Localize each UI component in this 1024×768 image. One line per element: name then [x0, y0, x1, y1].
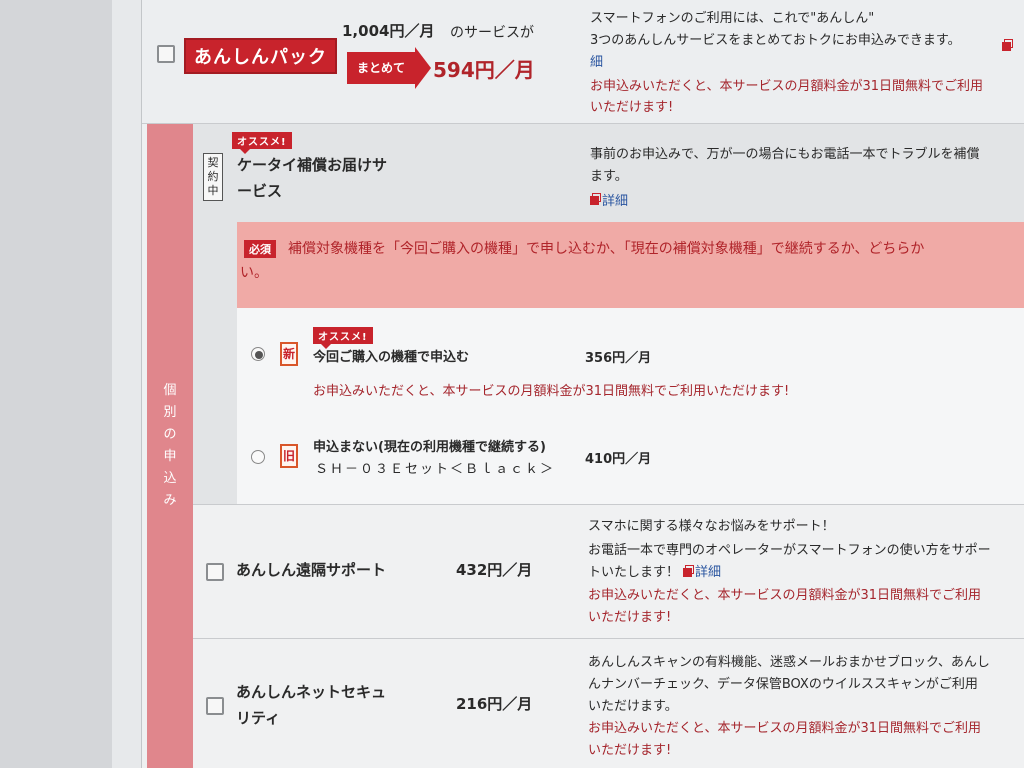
required-text-1: 補償対象機種を「今回ご購入の機種」で申し込むか、「現在の補償対象機種」で継続する… — [288, 241, 925, 257]
required-text-2: い。 — [240, 265, 268, 281]
remote-desc-2: お電話一本で専門のオペレーターがスマートフォンの使い方をサポー — [588, 543, 991, 558]
pack-desc-2: 3つのあんしんサービスをまとめておトクにお申込みできます。 — [590, 33, 961, 48]
pack-desc-1: スマートフォンのご利用には、これで"あんしん" — [590, 11, 875, 26]
content-frame-edge — [112, 0, 142, 768]
security-desc-2: んナンバーチェック、データ保管BOXのウイルススキャンがご利用 — [588, 677, 978, 692]
keitai-desc-1: 事前のお申込みで、万が一の場合にもお電話一本でトラブルを補償 — [590, 147, 980, 162]
external-link-icon — [683, 565, 695, 577]
net-security-name-2: リティ — [236, 709, 281, 727]
contract-badge-text: 契約中 — [207, 156, 219, 197]
security-desc-1: あんしんスキャンの有料機能、迷惑メールおまかせブロック、あんし — [588, 655, 990, 670]
net-security-checkbox[interactable] — [206, 697, 224, 715]
keitai-detail-link[interactable]: 詳細 — [590, 190, 628, 209]
required-badge: 必須 — [244, 240, 276, 258]
security-desc-3: いただけます。 — [588, 699, 678, 714]
pack-bundle-badge: まとめて — [347, 47, 431, 89]
pack-detail-link[interactable]: 細 — [590, 51, 603, 70]
pack-promo-2: いただけます! — [590, 100, 674, 115]
option-new-radio[interactable] — [251, 347, 265, 361]
remote-promo-1: お申込みいただくと、本サービスの月額料金が31日間無料でご利用 — [588, 588, 982, 603]
net-security-price: 216円／月 — [456, 695, 533, 713]
keitai-desc-2: ます。 — [590, 169, 628, 184]
required-notice — [237, 222, 1024, 308]
keitai-recommend-badge: オススメ! — [232, 132, 292, 154]
keitai-detail-link-text[interactable]: 詳細 — [602, 194, 628, 209]
keitai-name-2: ービス — [237, 182, 283, 200]
option-new-recommend: オススメ! — [313, 327, 373, 349]
option-keep-price: 410円／月 — [585, 452, 652, 467]
remote-support-checkbox[interactable] — [206, 563, 224, 581]
remote-detail-link[interactable]: 詳細 — [695, 565, 721, 580]
option-keep-radio[interactable] — [251, 450, 265, 464]
pack-checkbox[interactable] — [157, 45, 175, 63]
keitai-name-1: ケータイ補償お届けサ — [237, 156, 388, 174]
security-promo-2: いただけます! — [588, 743, 672, 758]
sidebar-label-text: 個別の申込み — [163, 383, 177, 508]
contract-badge: 契約中 — [203, 153, 223, 201]
option-keep-device: ＳＨ－０３Ｅセット＜Ｂｌａｃｋ＞ — [315, 462, 556, 477]
remote-promo-2: いただけます! — [588, 610, 672, 625]
external-link-icon — [590, 193, 601, 205]
pack-price: 594円／月 — [433, 58, 535, 82]
security-promo-1: お申込みいただくと、本サービスの月額料金が31日間無料でご利用 — [588, 721, 982, 736]
remote-support-name: あんしん遠隔サポート — [236, 561, 387, 579]
remote-support-price: 432円／月 — [456, 561, 533, 579]
option-new-tag: 新 — [280, 342, 298, 366]
option-keep-tag: 旧 — [280, 444, 298, 468]
sidebar-label: 個別の申込み — [147, 380, 193, 512]
pack-orig-suffix: のサービスが — [450, 25, 534, 41]
remote-desc-1: スマホに関する様々なお悩みをサポート！ — [588, 519, 835, 534]
pack-link-icon — [1002, 36, 1014, 55]
option-new-label[interactable]: 今回ご購入の機種で申込む — [313, 346, 469, 365]
pack-orig-price: 1,004円／月 — [342, 22, 435, 40]
option-new-price: 356円／月 — [585, 351, 652, 366]
pack-promo-1: お申込みいただくと、本サービスの月額料金が31日間無料でご利用 — [590, 79, 984, 94]
pack-logo: あんしんパック — [184, 38, 337, 74]
net-security-name-1: あんしんネットセキュ — [236, 683, 387, 701]
remote-desc-3: トいたします！ — [588, 565, 680, 580]
page-margin — [0, 0, 112, 768]
option-new-promo: お申込みいただくと、本サービスの月額料金が31日間無料でご利用いただけます! — [313, 384, 790, 399]
option-keep-label[interactable]: 申込まない(現在の利用機種で継続する) — [313, 436, 546, 455]
remote-desc-3-row: トいたします！ 詳細 — [588, 562, 721, 583]
